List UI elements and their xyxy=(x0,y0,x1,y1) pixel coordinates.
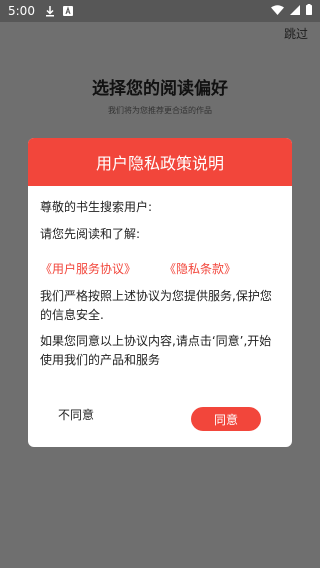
battery-icon xyxy=(306,4,312,18)
skip-button[interactable]: 跳过 xyxy=(284,25,308,42)
privacy-dialog: 用户隐私政策说明 尊敬的书生搜索用户: 请您先阅读和了解: 《用户服务协议》 《… xyxy=(28,138,292,447)
dialog-intro: 请您先阅读和了解: xyxy=(40,227,141,241)
dialog-paragraph-2: 如果您同意以上协议内容,请点击‘同意’,开始使用我们的产品和服务 xyxy=(40,334,272,367)
status-bar: 5:00 xyxy=(0,0,320,22)
dialog-title: 用户隐私政策说明 xyxy=(95,154,224,173)
agreement-links: 《用户服务协议》 《隐私条款》 xyxy=(40,260,280,279)
notification-a-icon xyxy=(62,6,73,16)
status-time: 5:00 xyxy=(8,4,35,18)
status-right-icons xyxy=(271,4,312,18)
signal-icon xyxy=(290,4,300,18)
dialog-body: 尊敬的书生搜索用户: 请您先阅读和了解: 《用户服务协议》 《隐私条款》 我们严… xyxy=(28,186,292,370)
wifi-icon xyxy=(271,4,284,18)
agree-button[interactable]: 同意 xyxy=(191,407,261,431)
download-icon xyxy=(45,5,55,17)
dialog-paragraph-1: 我们严格按照上述协议为您提供服务,保护您的信息安全. xyxy=(40,289,272,322)
page-subtitle: 我们将为您推荐更合适的作品 xyxy=(108,106,212,115)
page-title: 选择您的阅读偏好 xyxy=(92,79,228,99)
privacy-terms-link[interactable]: 《隐私条款》 xyxy=(164,260,236,279)
service-agreement-link[interactable]: 《用户服务协议》 xyxy=(40,260,136,279)
dialog-greeting: 尊敬的书生搜索用户: xyxy=(40,200,153,214)
dialog-header: 用户隐私政策说明 xyxy=(28,138,292,186)
disagree-button[interactable]: 不同意 xyxy=(58,406,94,423)
